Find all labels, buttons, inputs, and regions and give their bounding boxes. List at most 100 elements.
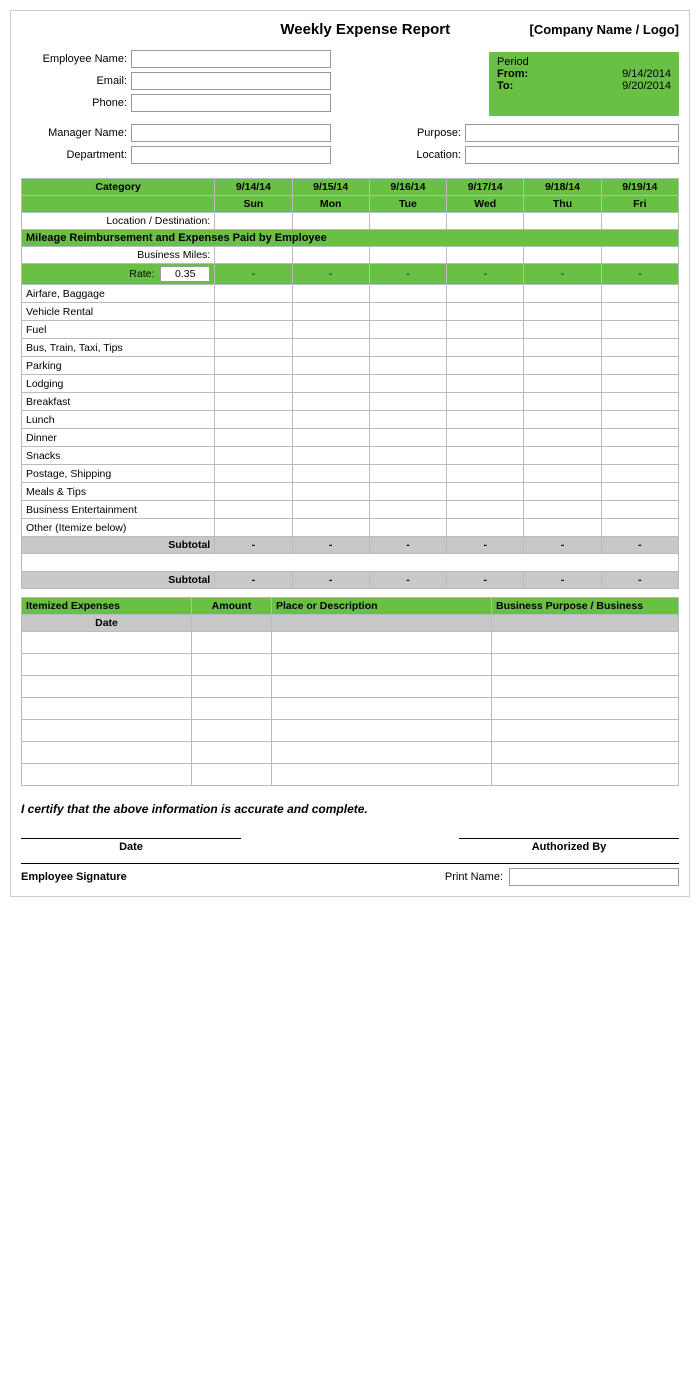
location-input[interactable] <box>465 146 679 164</box>
cat-2-day-5[interactable] <box>601 321 678 339</box>
item-row-5-col-0[interactable] <box>22 742 192 764</box>
rate-input[interactable] <box>160 266 210 282</box>
item-row-1-col-2[interactable] <box>272 654 492 676</box>
cat-3-day-1[interactable] <box>292 339 369 357</box>
cat-13-day-0[interactable] <box>215 519 292 537</box>
item-row-6-col-3[interactable] <box>492 764 679 786</box>
cat-5-day-0[interactable] <box>215 375 292 393</box>
cat-10-day-5[interactable] <box>601 465 678 483</box>
cat-0-day-4[interactable] <box>524 285 601 303</box>
cat-0-day-1[interactable] <box>292 285 369 303</box>
item-row-0-col-2[interactable] <box>272 632 492 654</box>
cat-1-day-3[interactable] <box>447 303 524 321</box>
item-row-0-col-3[interactable] <box>492 632 679 654</box>
cat-4-day-4[interactable] <box>524 357 601 375</box>
phone-input[interactable] <box>131 94 331 112</box>
cat-4-day-2[interactable] <box>369 357 446 375</box>
item-row-0-col-1[interactable] <box>192 632 272 654</box>
loc-5[interactable] <box>601 213 678 230</box>
cat-0-day-0[interactable] <box>215 285 292 303</box>
cat-12-day-2[interactable] <box>369 501 446 519</box>
cat-3-day-3[interactable] <box>447 339 524 357</box>
cat-4-day-3[interactable] <box>447 357 524 375</box>
cat-13-day-2[interactable] <box>369 519 446 537</box>
cat-13-day-1[interactable] <box>292 519 369 537</box>
item-row-6-col-2[interactable] <box>272 764 492 786</box>
cat-9-day-0[interactable] <box>215 447 292 465</box>
cat-11-day-0[interactable] <box>215 483 292 501</box>
bm-1[interactable] <box>292 247 369 264</box>
bm-3[interactable] <box>447 247 524 264</box>
loc-3[interactable] <box>447 213 524 230</box>
bm-0[interactable] <box>215 247 292 264</box>
cat-13-day-4[interactable] <box>524 519 601 537</box>
item-row-3-col-0[interactable] <box>22 698 192 720</box>
item-row-3-col-2[interactable] <box>272 698 492 720</box>
cat-12-day-5[interactable] <box>601 501 678 519</box>
cat-1-day-1[interactable] <box>292 303 369 321</box>
cat-1-day-0[interactable] <box>215 303 292 321</box>
cat-12-day-1[interactable] <box>292 501 369 519</box>
cat-12-day-3[interactable] <box>447 501 524 519</box>
cat-2-day-1[interactable] <box>292 321 369 339</box>
cat-12-day-4[interactable] <box>524 501 601 519</box>
item-row-2-col-0[interactable] <box>22 676 192 698</box>
item-row-4-col-2[interactable] <box>272 720 492 742</box>
cat-10-day-1[interactable] <box>292 465 369 483</box>
print-name-input[interactable] <box>509 868 679 886</box>
cat-8-day-3[interactable] <box>447 429 524 447</box>
dept-input[interactable] <box>131 146 331 164</box>
cat-2-day-2[interactable] <box>369 321 446 339</box>
item-row-0-col-0[interactable] <box>22 632 192 654</box>
cat-11-day-1[interactable] <box>292 483 369 501</box>
cat-9-day-1[interactable] <box>292 447 369 465</box>
purpose-input[interactable] <box>465 124 679 142</box>
cat-8-day-2[interactable] <box>369 429 446 447</box>
item-row-5-col-2[interactable] <box>272 742 492 764</box>
item-row-5-col-1[interactable] <box>192 742 272 764</box>
cat-4-day-1[interactable] <box>292 357 369 375</box>
employee-name-input[interactable] <box>131 50 331 68</box>
item-row-1-col-3[interactable] <box>492 654 679 676</box>
email-input[interactable] <box>131 72 331 90</box>
cat-6-day-4[interactable] <box>524 393 601 411</box>
bm-4[interactable] <box>524 247 601 264</box>
cat-7-day-1[interactable] <box>292 411 369 429</box>
cat-8-day-1[interactable] <box>292 429 369 447</box>
cat-8-day-5[interactable] <box>601 429 678 447</box>
item-row-6-col-1[interactable] <box>192 764 272 786</box>
cat-10-day-4[interactable] <box>524 465 601 483</box>
cat-10-day-2[interactable] <box>369 465 446 483</box>
item-row-3-col-3[interactable] <box>492 698 679 720</box>
cat-8-day-4[interactable] <box>524 429 601 447</box>
cat-6-day-1[interactable] <box>292 393 369 411</box>
cat-5-day-1[interactable] <box>292 375 369 393</box>
cat-11-day-2[interactable] <box>369 483 446 501</box>
cat-8-day-0[interactable] <box>215 429 292 447</box>
item-row-4-col-3[interactable] <box>492 720 679 742</box>
cat-5-day-3[interactable] <box>447 375 524 393</box>
loc-1[interactable] <box>292 213 369 230</box>
item-row-3-col-1[interactable] <box>192 698 272 720</box>
cat-0-day-2[interactable] <box>369 285 446 303</box>
cat-13-day-3[interactable] <box>447 519 524 537</box>
cat-11-day-4[interactable] <box>524 483 601 501</box>
cat-6-day-3[interactable] <box>447 393 524 411</box>
cat-11-day-5[interactable] <box>601 483 678 501</box>
cat-9-day-3[interactable] <box>447 447 524 465</box>
cat-13-day-5[interactable] <box>601 519 678 537</box>
cat-0-day-5[interactable] <box>601 285 678 303</box>
cat-2-day-4[interactable] <box>524 321 601 339</box>
cat-12-day-0[interactable] <box>215 501 292 519</box>
item-row-1-col-0[interactable] <box>22 654 192 676</box>
item-row-4-col-1[interactable] <box>192 720 272 742</box>
cat-9-day-5[interactable] <box>601 447 678 465</box>
cat-2-day-3[interactable] <box>447 321 524 339</box>
cat-5-day-5[interactable] <box>601 375 678 393</box>
cat-9-day-4[interactable] <box>524 447 601 465</box>
cat-2-day-0[interactable] <box>215 321 292 339</box>
cat-9-day-2[interactable] <box>369 447 446 465</box>
cat-5-day-2[interactable] <box>369 375 446 393</box>
cat-6-day-5[interactable] <box>601 393 678 411</box>
bm-2[interactable] <box>369 247 446 264</box>
